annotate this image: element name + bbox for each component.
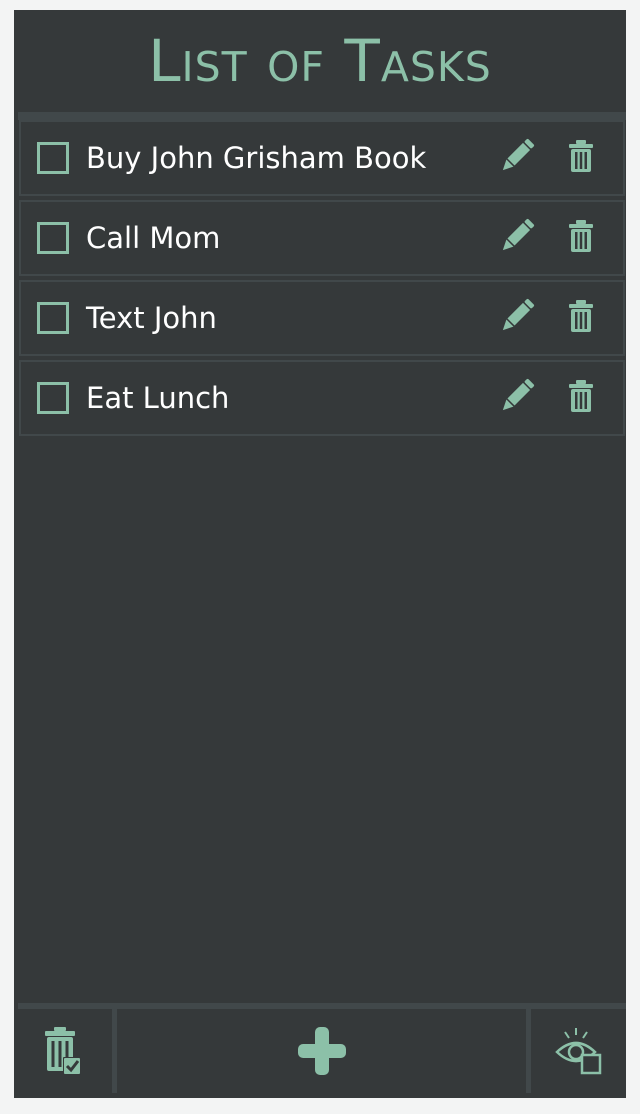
- pencil-icon: [502, 138, 535, 171]
- edit-button[interactable]: [499, 298, 535, 334]
- footer-toolbar: [14, 1009, 626, 1098]
- task-row: Eat Lunch: [19, 360, 625, 436]
- task-row: Buy John Grisham Book: [19, 120, 625, 196]
- task-label: Text John: [86, 301, 217, 335]
- task-row: Call Mom: [19, 200, 625, 276]
- edit-button[interactable]: [499, 138, 535, 174]
- pencil-icon: [502, 378, 535, 411]
- trash-icon: [569, 140, 593, 172]
- task-label: Buy John Grisham Book: [86, 141, 427, 175]
- add-task-button[interactable]: [117, 1009, 526, 1093]
- delete-button[interactable]: [567, 218, 595, 254]
- clear-completed-button[interactable]: [14, 1009, 112, 1093]
- edit-button[interactable]: [499, 218, 535, 254]
- app-window: List of Tasks Buy John Grisham Book Call…: [14, 10, 626, 1098]
- delete-button[interactable]: [567, 138, 595, 174]
- clear-completed-icon: [45, 1027, 81, 1075]
- trash-icon: [569, 380, 593, 412]
- task-label: Call Mom: [86, 221, 221, 255]
- task-checkbox[interactable]: [37, 222, 69, 254]
- task-checkbox[interactable]: [37, 142, 69, 174]
- trash-icon: [569, 220, 593, 252]
- delete-button[interactable]: [567, 378, 595, 414]
- task-label: Eat Lunch: [86, 381, 230, 415]
- pencil-icon: [502, 218, 535, 251]
- page-title: List of Tasks: [148, 27, 492, 95]
- toggle-visibility-button[interactable]: [531, 1009, 626, 1093]
- task-list: Buy John Grisham Book Call Mom Text John…: [19, 120, 625, 440]
- edit-button[interactable]: [499, 378, 535, 414]
- task-checkbox[interactable]: [37, 382, 69, 414]
- plus-icon: [297, 1027, 346, 1075]
- toggle-visibility-icon: [554, 1028, 601, 1075]
- task-row: Text John: [19, 280, 625, 356]
- title-divider: [18, 112, 626, 120]
- pencil-icon: [502, 298, 535, 331]
- delete-button[interactable]: [567, 298, 595, 334]
- trash-icon: [569, 300, 593, 332]
- task-checkbox[interactable]: [37, 302, 69, 334]
